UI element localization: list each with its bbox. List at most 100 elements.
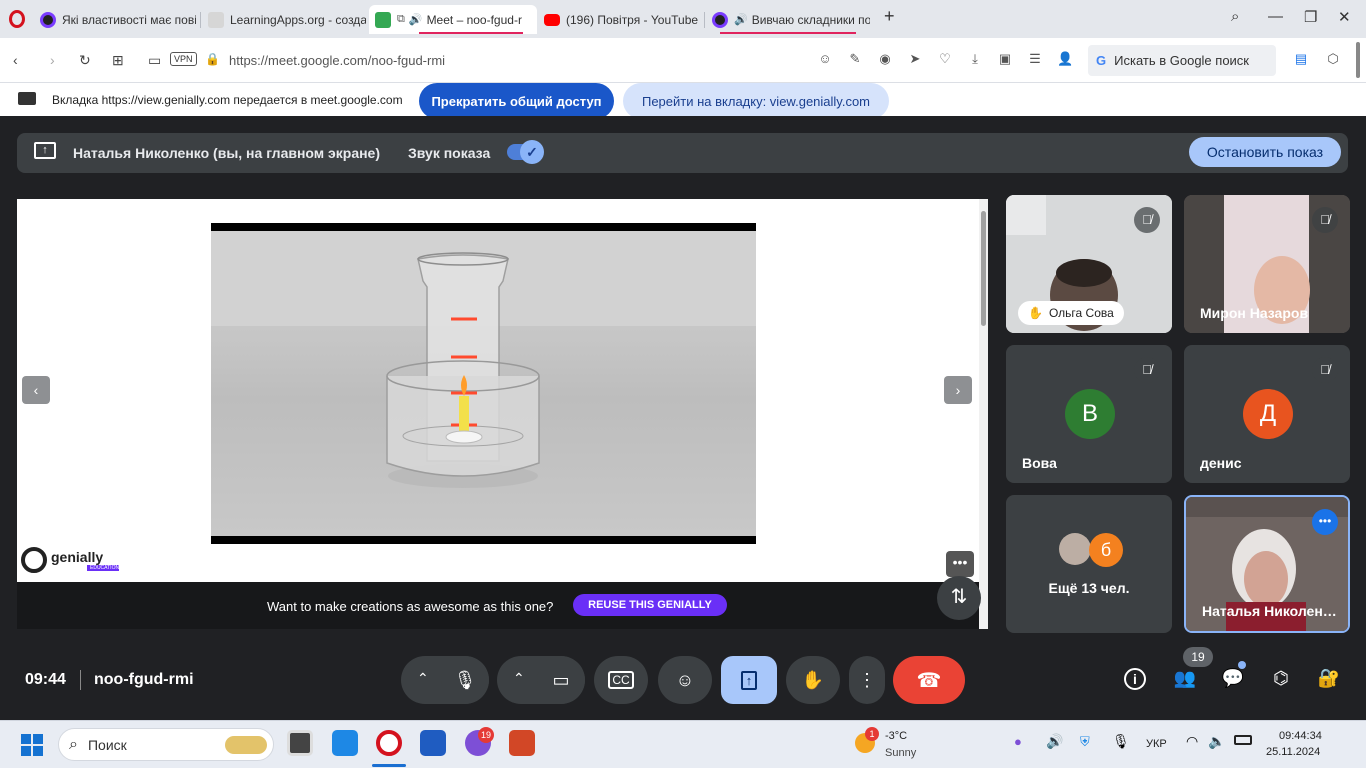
volume-tray-icon[interactable]: 🔊 xyxy=(1046,733,1063,750)
emoji-icon: ☺ xyxy=(675,669,695,690)
url-field[interactable]: https://meet.google.com/noo-fgud-rmi xyxy=(229,53,445,68)
tab-learning-components[interactable]: 🔊 Вивчаю складники по xyxy=(706,5,870,34)
microphone-icon: 🎙 xyxy=(453,669,477,690)
language-indicator[interactable]: УКР xyxy=(1146,738,1167,750)
leave-call-button[interactable]: ☎ xyxy=(893,656,965,704)
clock-time[interactable]: 09:44:34 xyxy=(1279,730,1322,742)
more-icon[interactable]: ••• xyxy=(1312,509,1338,535)
vpn-badge[interactable]: VPN xyxy=(170,52,197,66)
slide-scroll-thumb[interactable] xyxy=(981,211,986,326)
weather-badge: 1 xyxy=(865,727,879,741)
defender-icon[interactable]: ⛨ xyxy=(1080,734,1090,750)
edit-icon[interactable]: ✎ xyxy=(847,51,863,67)
reload-icon[interactable]: ↻ xyxy=(79,52,91,69)
participant-name-chip: ✋ Ольга Сова xyxy=(1018,301,1124,325)
chat-icon[interactable]: 💬 xyxy=(1220,668,1246,694)
new-tab-button[interactable]: + xyxy=(884,6,895,27)
present-button[interactable]: ↑ xyxy=(721,656,777,704)
captions-button[interactable]: CC xyxy=(594,656,648,704)
reactions-button[interactable]: ☺ xyxy=(658,656,712,704)
tab-youtube[interactable]: (196) Повітря - YouTube xyxy=(538,5,702,34)
hang-up-icon: ☎ xyxy=(916,669,942,692)
powerpoint-icon[interactable] xyxy=(509,730,535,756)
task-view-icon[interactable] xyxy=(287,730,313,756)
word-icon[interactable] xyxy=(420,730,446,756)
speaker-icon[interactable]: 🔈 xyxy=(1208,733,1225,750)
wifi-icon[interactable]: ◠ xyxy=(1186,733,1198,750)
speed-dial-icon[interactable]: ⊞ xyxy=(112,52,124,69)
tab-learningapps[interactable]: LearningApps.org - созда xyxy=(202,5,366,34)
raise-hand-button[interactable]: ✋ xyxy=(786,656,840,704)
heart-icon[interactable]: ♡ xyxy=(937,51,953,67)
captions-icon: CC xyxy=(608,671,634,689)
stop-sharing-button[interactable]: Прекратить общий доступ xyxy=(419,83,614,119)
activities-icon[interactable]: ⌬ xyxy=(1268,668,1294,694)
present-icon: ↑ xyxy=(34,142,56,159)
genially-logo: genially EDUCATION xyxy=(21,547,119,573)
opera-app-icon[interactable] xyxy=(376,730,402,756)
muted-mic-icon: 🎙̸ xyxy=(1312,357,1338,383)
clock-date[interactable]: 25.11.2024 xyxy=(1266,746,1320,758)
host-controls-icon[interactable]: 🔐 xyxy=(1316,668,1342,694)
info-icon[interactable]: i xyxy=(1124,668,1146,690)
extensions-icon[interactable]: ⬡ xyxy=(1325,51,1341,67)
people-icon[interactable]: 👥 xyxy=(1172,668,1198,694)
go-to-tab-button[interactable]: Перейти на вкладку: view.genially.com xyxy=(623,83,889,119)
close-window-button[interactable]: ✕ xyxy=(1338,8,1351,26)
windows-start-icon[interactable] xyxy=(21,734,43,756)
more-options-button[interactable]: ••• xyxy=(946,551,974,577)
camera-icon: ▭ xyxy=(552,669,570,690)
muted-mic-icon: 🎙̸ xyxy=(1312,207,1338,233)
tab-properties[interactable]: Які властивості має повіт xyxy=(34,5,196,34)
swap-layout-button[interactable]: ⇅ xyxy=(937,576,981,620)
send-icon[interactable]: ➤ xyxy=(907,51,923,67)
profile-icon[interactable]: 👤 xyxy=(1057,51,1073,67)
participant-tile[interactable]: 🎙̸ Мирон Назаров xyxy=(1184,195,1350,333)
tab-meet[interactable]: ⧉ 🔊 Meet – noo-fgud-r xyxy=(369,5,537,34)
snapshot-icon[interactable]: ◉ xyxy=(877,51,893,67)
check-icon[interactable]: ✓ xyxy=(520,140,544,164)
easy-setup-icon[interactable]: ☰ xyxy=(1027,51,1043,67)
battery-icon[interactable] xyxy=(1234,735,1252,745)
reuse-genially-button[interactable]: REUSE THIS GENIALLY xyxy=(573,594,727,616)
more-participants-tile[interactable]: б Ещё 13 чел. xyxy=(1006,495,1172,633)
stop-presenting-button[interactable]: Остановить показ xyxy=(1189,137,1341,167)
previous-slide-button[interactable]: ‹ xyxy=(22,376,50,404)
microsoft-store-icon[interactable] xyxy=(332,730,358,756)
candle-experiment-image xyxy=(211,231,756,488)
youtube-favicon-icon xyxy=(544,13,560,26)
self-tile[interactable]: ••• Наталья Николен… xyxy=(1184,495,1350,633)
mic-tray-icon[interactable]: 🎙 xyxy=(1112,733,1130,750)
audio-options-chevron-icon[interactable]: ⌃ xyxy=(417,670,429,687)
participant-tile[interactable]: Д 🎙̸ денис xyxy=(1184,345,1350,483)
browser-tab-bar: Які властивості має повіт LearningApps.o… xyxy=(0,0,1366,38)
sidebar-icon[interactable]: ▤ xyxy=(1293,51,1309,67)
taskbar-search[interactable]: ⌕ Поиск xyxy=(58,728,274,761)
next-slide-button[interactable]: › xyxy=(944,376,972,404)
download-icon[interactable]: ⤓ xyxy=(967,51,983,67)
camera-button[interactable]: ▭ xyxy=(537,656,585,704)
video-options-chevron-icon[interactable]: ⌃ xyxy=(513,670,525,687)
audio-playing-icon: 🔊 xyxy=(734,14,748,26)
avatar: Д xyxy=(1243,389,1293,439)
camera-icon[interactable]: ▭ xyxy=(148,52,161,69)
viber-tray-icon[interactable]: ● xyxy=(1014,734,1022,749)
participant-tile[interactable]: В 🎙̸ Вова xyxy=(1006,345,1172,483)
genially-promo-bar: Want to make creations as awesome as thi… xyxy=(17,582,988,629)
learningapps-favicon-icon xyxy=(208,11,224,28)
experiment-video[interactable] xyxy=(211,223,756,544)
participant-tile[interactable]: 🎙̸ ✋ Ольга Сова xyxy=(1006,195,1172,333)
forward-icon[interactable]: › xyxy=(50,52,55,68)
emoji-icon[interactable]: ☺ xyxy=(817,51,833,67)
back-icon[interactable]: ‹ xyxy=(13,52,18,68)
browser-scrollbar[interactable] xyxy=(1356,42,1360,78)
avatar: б xyxy=(1089,533,1123,567)
minimize-button[interactable]: — xyxy=(1268,8,1283,25)
more-options-button[interactable]: ⋮ xyxy=(849,656,885,704)
microphone-button[interactable]: 🎙 xyxy=(441,656,489,704)
opera-logo-icon[interactable] xyxy=(9,10,25,28)
maximize-button[interactable]: ❐ xyxy=(1304,8,1317,26)
video-popout-icon[interactable]: ▣ xyxy=(997,51,1013,67)
search-tabs-icon[interactable]: ⌕ xyxy=(1231,8,1239,25)
google-search-box[interactable]: G Искать в Google поиск xyxy=(1088,45,1276,76)
